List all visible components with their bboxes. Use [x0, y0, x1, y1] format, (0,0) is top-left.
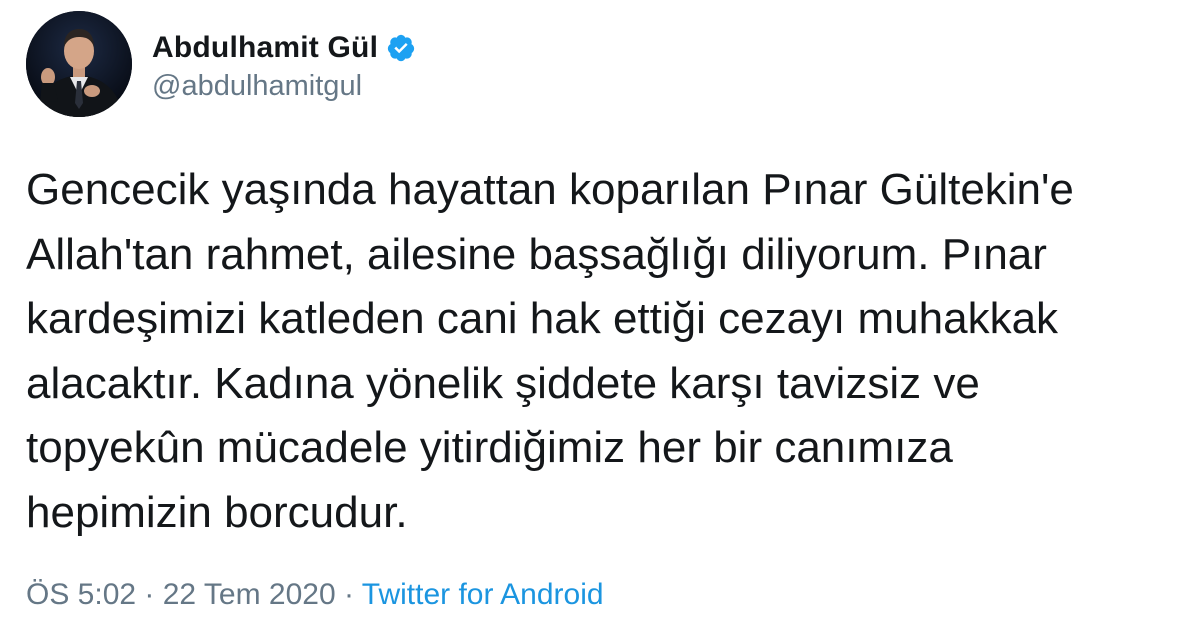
tweet-time[interactable]: ÖS 5:02: [26, 578, 136, 611]
tweet-text-line: Gencecik yaşında hayattan koparılan Pına…: [26, 165, 1074, 214]
tweet-text: Gencecik yaşında hayattan koparılan Pına…: [26, 158, 1186, 545]
user-handle[interactable]: @abdulhamitgul: [152, 70, 362, 103]
meta-separator: ·: [335, 578, 362, 611]
display-name[interactable]: Abdulhamit Gül: [152, 31, 378, 65]
tweet-text-line: alacaktır. Kadına yönelik şiddete karşı …: [26, 358, 980, 408]
tweet-source-link[interactable]: Twitter for Android: [362, 578, 604, 611]
avatar[interactable]: [26, 11, 132, 117]
name-row: Abdulhamit Gül: [152, 28, 416, 68]
tweet-text-line: hepimizin borcudur.: [26, 487, 408, 537]
tweet-meta: ÖS 5:02 · 22 Tem 2020 · Twitter for Andr…: [26, 578, 604, 612]
tweet-card: Abdulhamit Gül @abdulhamitgul Gencecik y…: [0, 0, 1200, 639]
tweet-date[interactable]: 22 Tem 2020: [163, 578, 336, 611]
avatar-photo: [26, 11, 132, 117]
meta-separator: ·: [136, 578, 163, 611]
verified-badge-icon: [386, 33, 416, 63]
tweet-text-line: topyekûn mücadele yitirdiğimiz her bir c…: [26, 423, 953, 472]
tweet-text-line: kardeşimizi katleden cani hak ettiği cez…: [26, 294, 1059, 343]
tweet-text-line: Allah'tan rahmet, ailesine başsağlığı di…: [26, 229, 1047, 279]
